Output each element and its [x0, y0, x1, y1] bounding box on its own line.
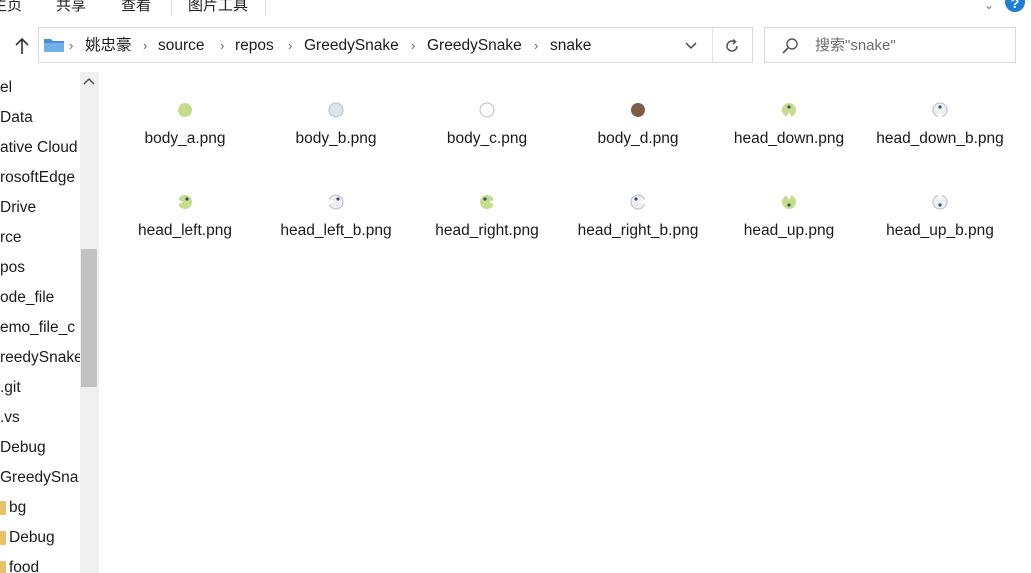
file-item[interactable]: body_a.png	[110, 72, 260, 158]
nav-item[interactable]: bg	[9, 498, 26, 518]
snake-head-up-icon	[782, 194, 796, 209]
pane-divider	[98, 72, 99, 573]
folder-icon	[44, 39, 64, 52]
snake-head-left-icon	[177, 195, 192, 209]
file-name: body_d.png	[597, 130, 679, 147]
nav-item[interactable]: .git	[0, 378, 21, 398]
scrollbar-thumb[interactable]	[81, 249, 97, 387]
breadcrumb-chevron-icon[interactable]: ›	[69, 36, 73, 56]
tab-share[interactable]: 共享	[56, 0, 86, 16]
ribbon-separator	[265, 0, 266, 16]
ribbon: 主页 共享 查看 图片工具 ⌄ ?	[0, 0, 1031, 18]
refresh-icon[interactable]	[723, 37, 741, 55]
file-item[interactable]: head_down_b.png	[865, 72, 1015, 158]
nav-item[interactable]: ative Cloud	[0, 138, 78, 158]
scroll-up-icon[interactable]	[83, 76, 95, 86]
file-item[interactable]: head_left_b.png	[261, 164, 411, 250]
file-item[interactable]: body_b.png	[261, 72, 411, 158]
nav-item[interactable]: ode_file	[0, 288, 54, 308]
up-arrow-icon[interactable]	[12, 36, 32, 56]
file-name: head_down.png	[733, 130, 845, 147]
file-item[interactable]: head_right_b.png	[563, 164, 713, 250]
file-name: body_a.png	[144, 130, 226, 147]
file-name: head_right_b.png	[577, 222, 699, 239]
breadcrumb-chevron-icon[interactable]: ›	[534, 36, 538, 56]
nav-item[interactable]: .vs	[0, 408, 20, 428]
nav-item[interactable]: rosoftEdge	[0, 168, 75, 188]
ribbon-separator	[171, 0, 172, 16]
nav-item[interactable]: food	[9, 558, 39, 573]
brown-circle-icon	[631, 103, 645, 117]
folder-icon	[0, 561, 6, 573]
file-name: body_c.png	[446, 130, 528, 147]
nav-item[interactable]: pos	[0, 258, 25, 278]
breadcrumb-chevron-icon[interactable]: ›	[220, 36, 224, 56]
nav-item[interactable]: GreedySna	[0, 468, 78, 488]
snake-head-up-b-icon	[932, 194, 948, 210]
ribbon-collapse-icon[interactable]: ⌄	[984, 0, 994, 12]
snake-head-down-icon	[782, 103, 796, 118]
file-item[interactable]: body_d.png	[563, 72, 713, 158]
file-item[interactable]: body_c.png	[412, 72, 562, 158]
breadcrumb-item[interactable]: GreedySnake	[304, 36, 399, 56]
white-circle-icon	[479, 102, 495, 118]
file-name: head_up.png	[743, 222, 835, 239]
snake-head-right-b-icon	[630, 194, 646, 210]
nav-item[interactable]: emo_file_c	[0, 318, 75, 338]
file-name: head_left.png	[138, 222, 232, 239]
breadcrumb-chevron-icon[interactable]: ›	[143, 36, 147, 56]
breadcrumb-chevron-icon[interactable]: ›	[411, 36, 415, 56]
file-item[interactable]: head_up.png	[714, 164, 864, 250]
file-item[interactable]: head_down.png	[714, 72, 864, 158]
snake-head-down-b-icon	[932, 102, 948, 118]
green-circle-icon	[178, 103, 192, 117]
nav-item[interactable]: Data	[0, 108, 33, 128]
file-name: head_down_b.png	[876, 130, 1004, 147]
folder-icon	[0, 501, 6, 515]
chevron-down-icon[interactable]	[684, 39, 698, 53]
file-name: head_left_b.png	[280, 222, 392, 239]
nav-item[interactable]: Debug	[0, 438, 46, 458]
folder-icon	[0, 531, 6, 545]
address-bar[interactable]: › 姚忠豪 › source › repos › GreedySnake › G…	[38, 27, 753, 63]
tab-home[interactable]: 主页	[0, 0, 22, 16]
nav-item[interactable]: reedySnake	[0, 348, 80, 368]
light-circle-icon	[328, 102, 344, 118]
breadcrumb-chevron-icon[interactable]: ›	[288, 36, 292, 56]
nav-scrollbar[interactable]	[80, 72, 98, 573]
file-name: head_up_b.png	[886, 222, 994, 239]
file-grid: body_a.png body_b.png body_c.png body_d.png…	[110, 72, 1031, 573]
help-icon[interactable]: ?	[1005, 0, 1025, 12]
breadcrumb-item[interactable]: 姚忠豪	[85, 36, 132, 56]
breadcrumb-item[interactable]: GreedySnake	[427, 36, 522, 56]
file-item[interactable]: head_right.png	[412, 164, 562, 250]
breadcrumb-item[interactable]: snake	[550, 36, 591, 56]
file-name: body_b.png	[295, 130, 377, 147]
nav-item[interactable]: Drive	[0, 198, 36, 218]
snake-head-left-b-icon	[328, 194, 344, 210]
navigation-pane: el Data ative Cloud rosoftEdge Drive rce pos od…	[0, 72, 80, 573]
search-box[interactable]: 搜索"snake"	[764, 27, 1016, 63]
tab-view[interactable]: 查看	[121, 0, 151, 16]
tab-picture-tools[interactable]: 图片工具	[188, 0, 248, 16]
nav-item[interactable]: Debug	[9, 528, 55, 548]
address-divider	[712, 28, 713, 62]
file-item[interactable]: head_up_b.png	[865, 164, 1015, 250]
nav-item[interactable]: el	[0, 78, 12, 98]
breadcrumb-item[interactable]: repos	[235, 36, 274, 56]
file-name: head_right.png	[435, 222, 539, 239]
search-icon	[782, 38, 798, 54]
file-item[interactable]: head_left.png	[110, 164, 260, 250]
breadcrumb-item[interactable]: source	[158, 36, 205, 56]
nav-item[interactable]: rce	[0, 228, 22, 248]
search-input[interactable]: 搜索"snake"	[815, 36, 896, 56]
snake-head-right-icon	[480, 195, 495, 209]
